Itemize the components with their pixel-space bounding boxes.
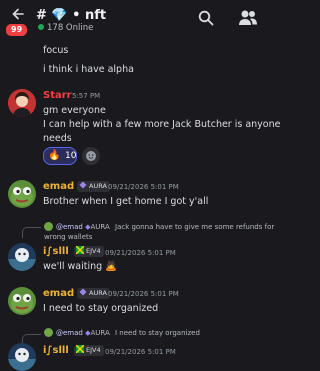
role-tag: EJV4: [74, 345, 104, 356]
avatar[interactable]: [8, 180, 36, 208]
username[interactable]: i∫slll: [43, 246, 69, 257]
username[interactable]: emad: [43, 288, 74, 299]
fire-emoji: 🔥: [48, 150, 61, 161]
pepe-avatar-icon: [8, 180, 36, 208]
islll-avatar-icon: [8, 243, 36, 271]
timestamp: 09/21/2026 5:01 PM: [105, 249, 176, 257]
username[interactable]: emad: [43, 181, 74, 192]
reply-avatar: [44, 328, 53, 337]
message-text: I can help with a few more Jack Butcher …: [43, 119, 281, 130]
username[interactable]: i∫slll: [43, 345, 69, 356]
add-reaction-button[interactable]: [82, 147, 100, 165]
jamaica-flag-icon: [76, 345, 84, 353]
aura-icon: [79, 181, 87, 189]
role-tag: EJV4: [74, 246, 104, 257]
avatar[interactable]: [8, 89, 36, 117]
timestamp: 09/21/2026 5:01 PM: [105, 348, 176, 356]
unread-badge: 99: [4, 22, 30, 38]
pepe-avatar-icon: [8, 287, 36, 315]
message-text: focus: [43, 45, 69, 56]
channel-header: 99 # 💎 • nft 178 Online: [0, 0, 270, 38]
message-text: gm everyone: [43, 105, 106, 116]
username[interactable]: Starr: [43, 90, 72, 101]
avatar[interactable]: [8, 343, 36, 371]
back-arrow-icon[interactable]: [12, 8, 24, 20]
islll-avatar-icon: [8, 343, 36, 371]
reply-preview-continued: wrong wallets: [44, 233, 93, 241]
timestamp: 09/21/2026 5:01 PM: [108, 290, 179, 298]
online-count: 178 Online: [38, 23, 93, 33]
reply-preview[interactable]: @emad ◆AURA Jack gonna have to give me s…: [56, 223, 274, 231]
reply-connector: [22, 227, 41, 238]
message-text: I need to stay organized: [43, 303, 159, 314]
reaction-fire[interactable]: 🔥 10: [43, 147, 77, 165]
reply-avatar: [44, 222, 53, 231]
message-text: Brother when I get home I got y'all: [43, 196, 209, 207]
timestamp: 5:57 PM: [72, 92, 101, 100]
jamaica-flag-icon: [76, 246, 84, 254]
role-tag: AURA: [77, 288, 110, 299]
members-icon[interactable]: [238, 9, 258, 27]
online-dot-icon: [38, 24, 44, 30]
search-icon[interactable]: [198, 10, 214, 26]
add-reaction-icon: [86, 151, 96, 161]
reaction-count: 10: [65, 151, 77, 161]
avatar[interactable]: [8, 243, 36, 271]
timestamp: 09/21/2026 5:01 PM: [108, 183, 179, 191]
message-text: i think i have alpha: [43, 64, 134, 75]
aura-icon: [79, 288, 87, 296]
message-text: needs: [43, 133, 72, 144]
avatar[interactable]: [8, 287, 36, 315]
starr-avatar-icon: [8, 89, 36, 117]
reply-preview[interactable]: @emad ◆AURA I need to stay organized: [56, 329, 200, 337]
channel-title[interactable]: # 💎 • nft: [36, 8, 106, 23]
role-tag: AURA: [77, 181, 110, 192]
message-text: we'll waiting 🙇: [43, 261, 118, 272]
